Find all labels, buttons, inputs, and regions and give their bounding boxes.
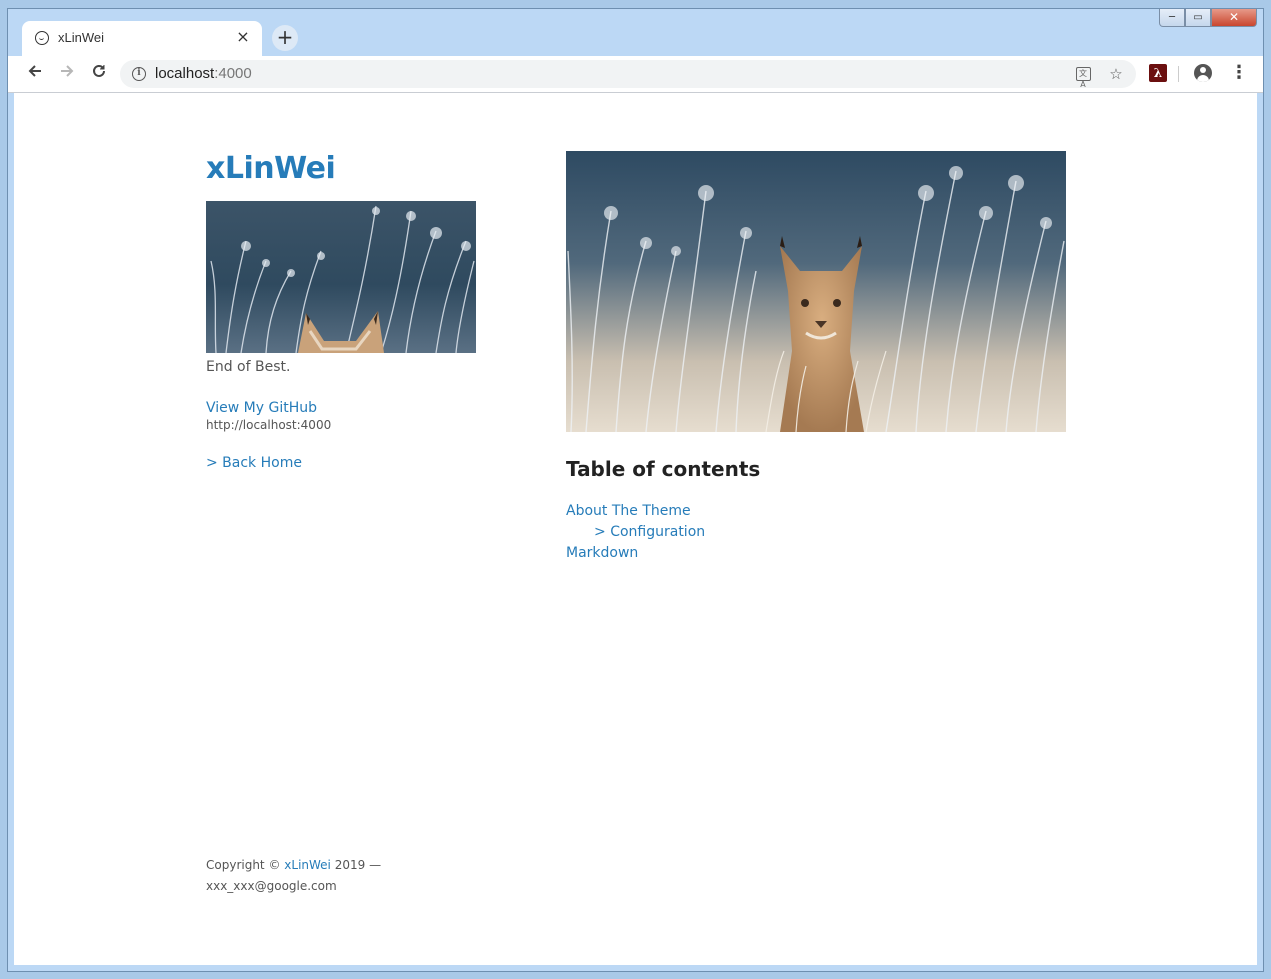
close-icon[interactable]: × (233, 27, 253, 47)
star-icon[interactable]: ☆ (1106, 64, 1126, 84)
reload-icon[interactable] (86, 61, 112, 87)
avatar-image (206, 201, 476, 353)
toc-link[interactable]: About The Theme (566, 503, 691, 519)
tab-title: xLinWei (58, 30, 105, 45)
title-bar: xLinWei × + ─ ▭ ✕ (8, 9, 1263, 56)
back-home-link[interactable]: > Back Home (206, 455, 302, 471)
browser-window: xLinWei × + ─ ▭ ✕ i localhost:4000 文A ☆ … (7, 8, 1264, 972)
restore-button[interactable]: ▭ (1185, 9, 1211, 27)
copyright-year: 2019 — (334, 858, 382, 872)
chat-bubble-icon (35, 31, 49, 45)
toolbar-divider (1178, 66, 1179, 82)
toc-link[interactable]: Markdown (566, 545, 638, 561)
github-url: http://localhost:4000 (206, 418, 332, 432)
toc-heading: Table of contents (566, 457, 761, 481)
profile-icon[interactable] (1194, 64, 1212, 82)
window-controls: ─ ▭ ✕ (1159, 9, 1257, 29)
window-close-button[interactable]: ✕ (1211, 9, 1257, 27)
info-icon[interactable]: i (132, 67, 146, 81)
toc-prefix: > (594, 524, 606, 540)
browser-tab[interactable]: xLinWei × (22, 21, 262, 56)
site-title[interactable]: xLinWei (206, 151, 336, 186)
hero-image (566, 151, 1066, 432)
footer: Copyright © xLinWei 2019 — xxx_xxx@googl… (206, 855, 381, 897)
new-tab-button[interactable]: + (272, 25, 298, 51)
footer-email: xxx_xxx@google.com (206, 879, 337, 893)
url-text[interactable]: localhost:4000 (155, 65, 252, 82)
copyright-prefix: Copyright © (206, 858, 281, 872)
menu-dots-icon[interactable]: ⋮ (1230, 63, 1248, 83)
pdf-extension-icon[interactable]: λ (1149, 64, 1167, 82)
toc-item-markdown[interactable]: Markdown (566, 543, 705, 564)
page-viewport: xLinWei End of Best. View My GitHub http… (14, 93, 1257, 965)
forward-arrow-icon[interactable] (54, 61, 80, 87)
copyright-line: Copyright © xLinWei 2019 — (206, 855, 381, 876)
minimize-button[interactable]: ─ (1159, 9, 1185, 27)
toc-item-configuration[interactable]: > Configuration (566, 522, 705, 543)
footer-author-link[interactable]: xLinWei (284, 858, 331, 872)
toc-item-about-the-theme[interactable]: About The Theme (566, 501, 705, 522)
tagline: End of Best. (206, 359, 291, 375)
browser-toolbar: i localhost:4000 文A ☆ λ ⋮ (8, 56, 1263, 93)
address-bar[interactable]: i localhost:4000 文A ☆ (120, 60, 1136, 89)
github-link[interactable]: View My GitHub (206, 400, 317, 416)
toc-list: About The Theme > Configuration Markdown (566, 501, 705, 564)
back-arrow-icon[interactable] (22, 61, 48, 87)
translate-icon[interactable]: 文A (1073, 64, 1093, 89)
toc-link[interactable]: Configuration (610, 524, 705, 540)
